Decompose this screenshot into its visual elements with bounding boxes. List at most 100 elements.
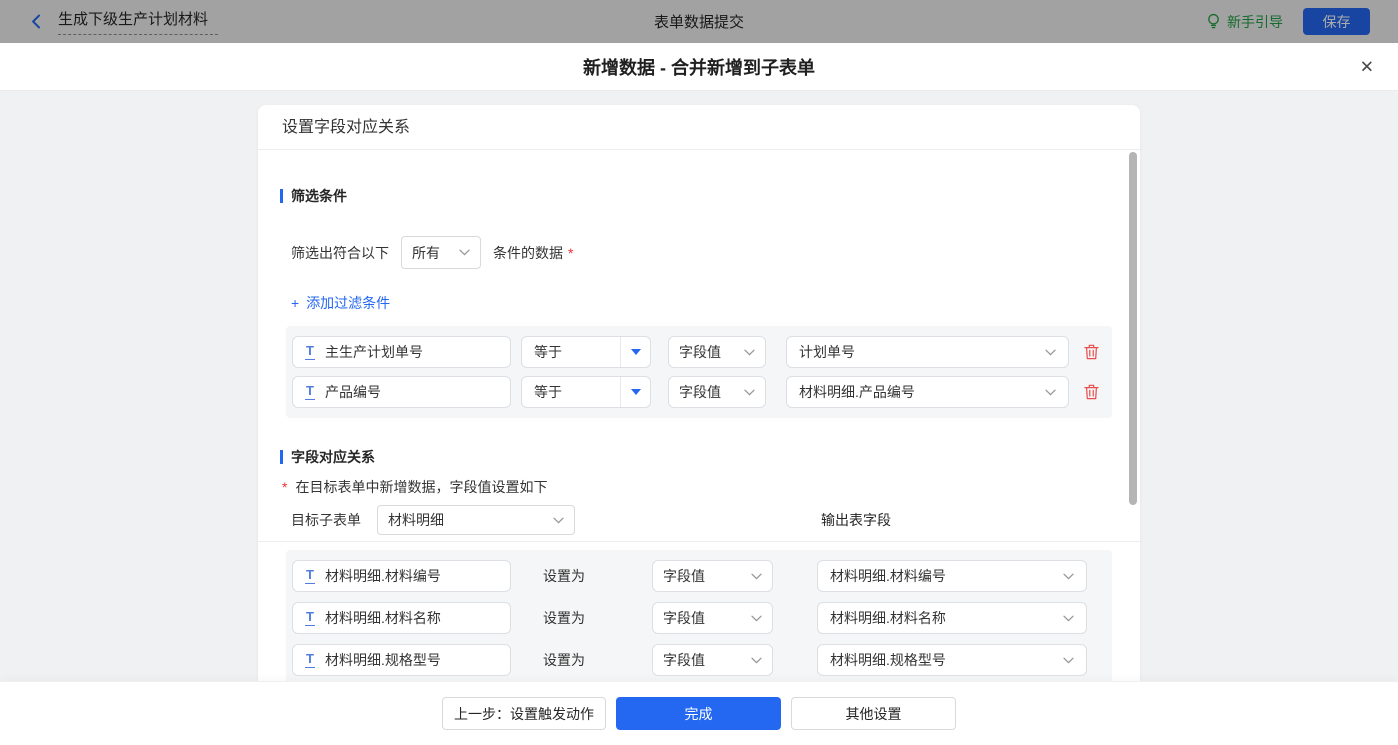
guide-label: 新手引导 (1227, 12, 1283, 32)
text-field-icon: T (305, 610, 315, 626)
target-subform-label: 目标子表单 (291, 510, 361, 530)
chevron-down-icon (1063, 573, 1074, 580)
chevron-down-icon (744, 389, 755, 396)
filter-row: T 主生产计划单号 等于 字段值 计划单号 (292, 336, 1106, 368)
previous-step-button[interactable]: 上一步：设置触发动作 (442, 697, 606, 730)
value-type-select[interactable]: 字段值 (668, 336, 766, 368)
triangle-down-icon (631, 349, 641, 360)
top-bar: 生成下级生产计划材料 表单数据提交 新手引导 保存 (0, 0, 1398, 43)
operator-value: 等于 (522, 382, 620, 402)
mapping-description-text: 在目标表单中新增数据，字段值设置如下 (295, 477, 547, 497)
value-value: 计划单号 (799, 342, 855, 362)
text-field-icon: T (305, 652, 315, 668)
filter-field[interactable]: T 产品编号 (292, 376, 511, 408)
workflow-title[interactable]: 生成下级生产计划材料 (58, 8, 218, 35)
match-mode-value: 所有 (412, 243, 440, 263)
settings-card: 设置字段对应关系 筛选条件 筛选出符合以下 所有 条件的数据 * + 添加过滤条… (258, 105, 1140, 681)
value-select[interactable]: 计划单号 (786, 336, 1069, 368)
field-mapping-panel: T 材料明细.材料编号 设置为 字段值 材料明细.材料编号 (286, 550, 1112, 681)
save-button[interactable]: 保存 (1303, 8, 1370, 35)
section-accent-bar (280, 450, 283, 464)
mapping-field-label: 材料明细.材料名称 (325, 608, 441, 628)
text-field-icon: T (305, 384, 315, 400)
mapping-row: T 材料明细.规格型号 设置为 字段值 材料明细.规格型号 (292, 644, 1106, 676)
target-subform-select[interactable]: 材料明细 (377, 505, 575, 535)
done-button[interactable]: 完成 (616, 697, 781, 730)
mapping-field-label: 材料明细.规格型号 (325, 650, 441, 670)
other-settings-button[interactable]: 其他设置 (791, 697, 956, 730)
mapping-field[interactable]: T 材料明细.材料编号 (292, 560, 511, 592)
filter-section-title: 筛选条件 (280, 186, 1140, 206)
close-icon[interactable]: ✕ (1360, 58, 1374, 75)
operator-select[interactable]: 等于 (521, 336, 651, 368)
value-type-value: 字段值 (679, 382, 721, 402)
add-filter-link[interactable]: + 添加过滤条件 (291, 293, 390, 313)
required-mark: * (282, 479, 287, 495)
filter-field[interactable]: T 主生产计划单号 (292, 336, 511, 368)
chevron-down-icon (1063, 615, 1074, 622)
mapping-field-label: 材料明细.材料编号 (325, 566, 441, 586)
mapping-row: T 材料明细.材料名称 设置为 字段值 材料明细.材料名称 (292, 602, 1106, 634)
divider (258, 541, 1140, 542)
filter-conditions-panel: T 主生产计划单号 等于 字段值 计划单号 (286, 326, 1112, 418)
value-value: 材料明细.规格型号 (830, 650, 946, 670)
filter-intro-row: 筛选出符合以下 所有 条件的数据 * (291, 236, 1140, 269)
value-select[interactable]: 材料明细.规格型号 (817, 644, 1087, 676)
value-type-select[interactable]: 字段值 (668, 376, 766, 408)
modal-footer: 上一步：设置触发动作 完成 其他设置 (0, 681, 1398, 745)
filter-intro-suffix: 条件的数据 (493, 243, 563, 263)
target-subform-value: 材料明细 (388, 510, 444, 530)
guide-link[interactable]: 新手引导 (1206, 12, 1283, 32)
text-field-icon: T (305, 344, 315, 360)
delete-row-button[interactable] (1084, 384, 1099, 400)
chevron-down-icon (459, 249, 470, 256)
output-fields-header: 输出表字段 (821, 510, 891, 530)
text-field-icon: T (305, 568, 315, 584)
chevron-down-icon (744, 349, 755, 356)
filter-row: T 产品编号 等于 字段值 材料明细.产品编号 (292, 376, 1106, 408)
value-type-value: 字段值 (663, 608, 705, 628)
filter-field-label: 主生产计划单号 (325, 342, 423, 362)
value-type-select[interactable]: 字段值 (652, 560, 773, 592)
value-select[interactable]: 材料明细.材料名称 (817, 602, 1087, 634)
chevron-down-icon (1063, 657, 1074, 664)
operator-caret[interactable] (620, 337, 650, 367)
chevron-down-icon (751, 573, 762, 580)
back-icon[interactable] (28, 13, 45, 30)
vertical-scrollbar-thumb[interactable] (1129, 152, 1137, 505)
filter-field-label: 产品编号 (325, 382, 381, 402)
value-type-select[interactable]: 字段值 (652, 602, 773, 634)
trash-icon (1084, 384, 1099, 400)
mapping-field[interactable]: T 材料明细.材料名称 (292, 602, 511, 634)
add-filter-label: 添加过滤条件 (306, 293, 390, 313)
required-mark: * (568, 245, 573, 261)
mapping-description: * 在目标表单中新增数据，字段值设置如下 (282, 477, 1140, 497)
value-value: 材料明细.材料名称 (830, 608, 946, 628)
set-as-label: 设置为 (543, 566, 589, 586)
operator-value: 等于 (522, 342, 620, 362)
page-title: 表单数据提交 (654, 11, 744, 32)
value-type-select[interactable]: 字段值 (652, 644, 773, 676)
mapping-section-title: 字段对应关系 (280, 447, 1140, 467)
value-select[interactable]: 材料明细.产品编号 (786, 376, 1069, 408)
chevron-down-icon (751, 615, 762, 622)
target-subform-row: 目标子表单 材料明细 输出表字段 (291, 505, 1140, 535)
chevron-down-icon (553, 517, 564, 524)
modal-body: 设置字段对应关系 筛选条件 筛选出符合以下 所有 条件的数据 * + 添加过滤条… (0, 91, 1398, 681)
operator-select[interactable]: 等于 (521, 376, 651, 408)
value-value: 材料明细.材料编号 (830, 566, 946, 586)
mapping-field[interactable]: T 材料明细.规格型号 (292, 644, 511, 676)
filter-section-label: 筛选条件 (291, 186, 347, 206)
triangle-down-icon (631, 389, 641, 400)
modal-header: 新增数据 - 合并新增到子表单 ✕ (0, 43, 1398, 91)
delete-row-button[interactable] (1084, 344, 1099, 360)
lightbulb-icon (1206, 13, 1221, 30)
plus-icon: + (291, 295, 299, 311)
set-as-label: 设置为 (543, 650, 589, 670)
chevron-down-icon (1045, 349, 1056, 356)
operator-caret[interactable] (620, 377, 650, 407)
chevron-down-icon (1045, 389, 1056, 396)
value-type-value: 字段值 (679, 342, 721, 362)
value-select[interactable]: 材料明细.材料编号 (817, 560, 1087, 592)
match-mode-select[interactable]: 所有 (401, 236, 481, 269)
